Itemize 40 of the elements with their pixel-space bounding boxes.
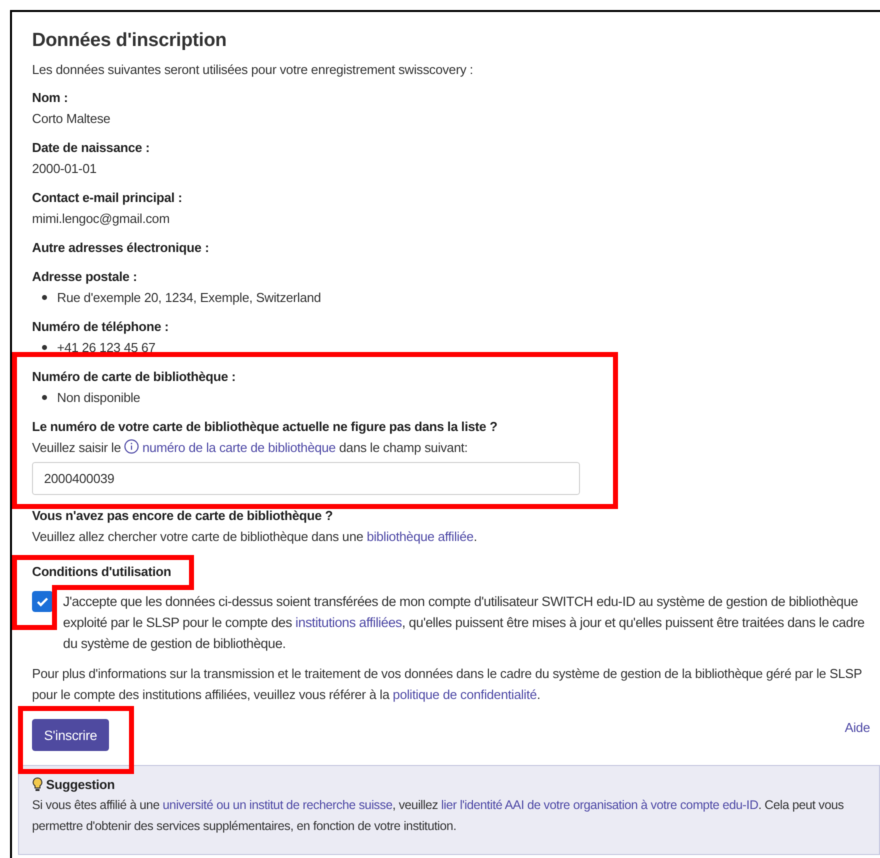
card-number-input[interactable]: 2000400039 — [44, 468, 568, 489]
field-label: Contact e-mail principal : — [32, 189, 184, 207]
text-link[interactable]: politique de confidentialité — [392, 687, 537, 702]
terms-checkbox[interactable] — [32, 591, 53, 612]
lightbulb-icon — [32, 777, 43, 792]
text-link[interactable]: bibliothèque affiliée — [366, 529, 474, 544]
list-item: +41 26 123 45 67 — [57, 339, 156, 357]
intro-text: Les données suivantes seront utilisées pour votre enregistrement swisscovery : — [32, 61, 474, 79]
text-link[interactable]: numéro de la carte de bibliothèque — [142, 440, 336, 455]
field-label: Date de naissance : — [32, 139, 151, 157]
text-link[interactable]: lier l'identité AAI de votre organisation à votre compte edu-ID — [441, 798, 758, 812]
field-label: Adresse postale : — [32, 268, 138, 286]
field-value: 2000-01-01 — [32, 160, 98, 178]
info-icon — [124, 439, 140, 454]
text-link[interactable]: institutions affiliées — [295, 615, 402, 630]
list-item: Non disponible — [57, 389, 140, 407]
suggestion-text: Si vous êtes affilié à une université ou un institut de recherche suisse, veuillez lier l'identité AAI de votre organisation à votre compte edu-ID. Cela peut vous permettre d'obtenir des services supplémentaires, en fonction de votre institution. — [32, 797, 845, 835]
field-label: Autre adresses électronique : — [32, 239, 210, 257]
field-label: Conditions d'utilisation — [32, 563, 172, 581]
help-link[interactable]: Aide — [844, 717, 870, 738]
bullet-icon — [42, 295, 47, 300]
suggestion-title: Suggestion — [46, 776, 115, 794]
page-title: Données d'inscription — [32, 29, 228, 53]
field-label: Le numéro de votre carte de bibliothèque actuelle ne figure pas dans la liste ? — [32, 418, 498, 436]
card-number-field[interactable]: 2000400039 — [32, 462, 580, 495]
bullet-icon — [42, 345, 47, 350]
field-label: Vous n'avez pas encore de carte de bibliothèque ? — [32, 507, 334, 525]
terms-text: J'accepte que les données ci-dessus soient transférées de mon compte d'utilisateur SWITCH edu-ID au système de gestion de bibliothèque exploité par le SLSP pour le compte des institutions affiliées, qu'elles puissent être mises à jour et qu'elles puissent être traitées dans le cadre du système de gestion de bibliothèque. — [63, 593, 866, 653]
field-value: mimi.lengoc@gmail.com — [32, 210, 171, 228]
bullet-icon — [42, 395, 47, 400]
privacy-text: Pour plus d'informations sur la transmission et le traitement de vos données dans le cadre du système de gestion de la bibliothèque géré par le SLSP pour le compte des institutions affiliées, veuillez vous référer à la politique de confidentialité. — [32, 665, 863, 704]
help-text: Veuillez allez chercher votre carte de bibliothèque dans une bibliothèque affiliée. — [32, 528, 478, 546]
list-item: Rue d'exemple 20, 1234, Exemple, Switzerland — [57, 289, 321, 307]
register-button[interactable]: S'inscrire — [32, 719, 110, 751]
field-label: Nom : — [32, 89, 69, 107]
field-label: Numéro de carte de bibliothèque : — [32, 368, 237, 386]
field-label: Numéro de téléphone : — [32, 318, 170, 336]
instruction-text: Veuillez saisir le numéro de la carte de bibliothèque dans le champ suivant: — [32, 438, 469, 457]
text-link[interactable]: université ou un institut de recherche suisse — [162, 798, 392, 812]
field-value: Corto Maltese — [32, 110, 112, 128]
